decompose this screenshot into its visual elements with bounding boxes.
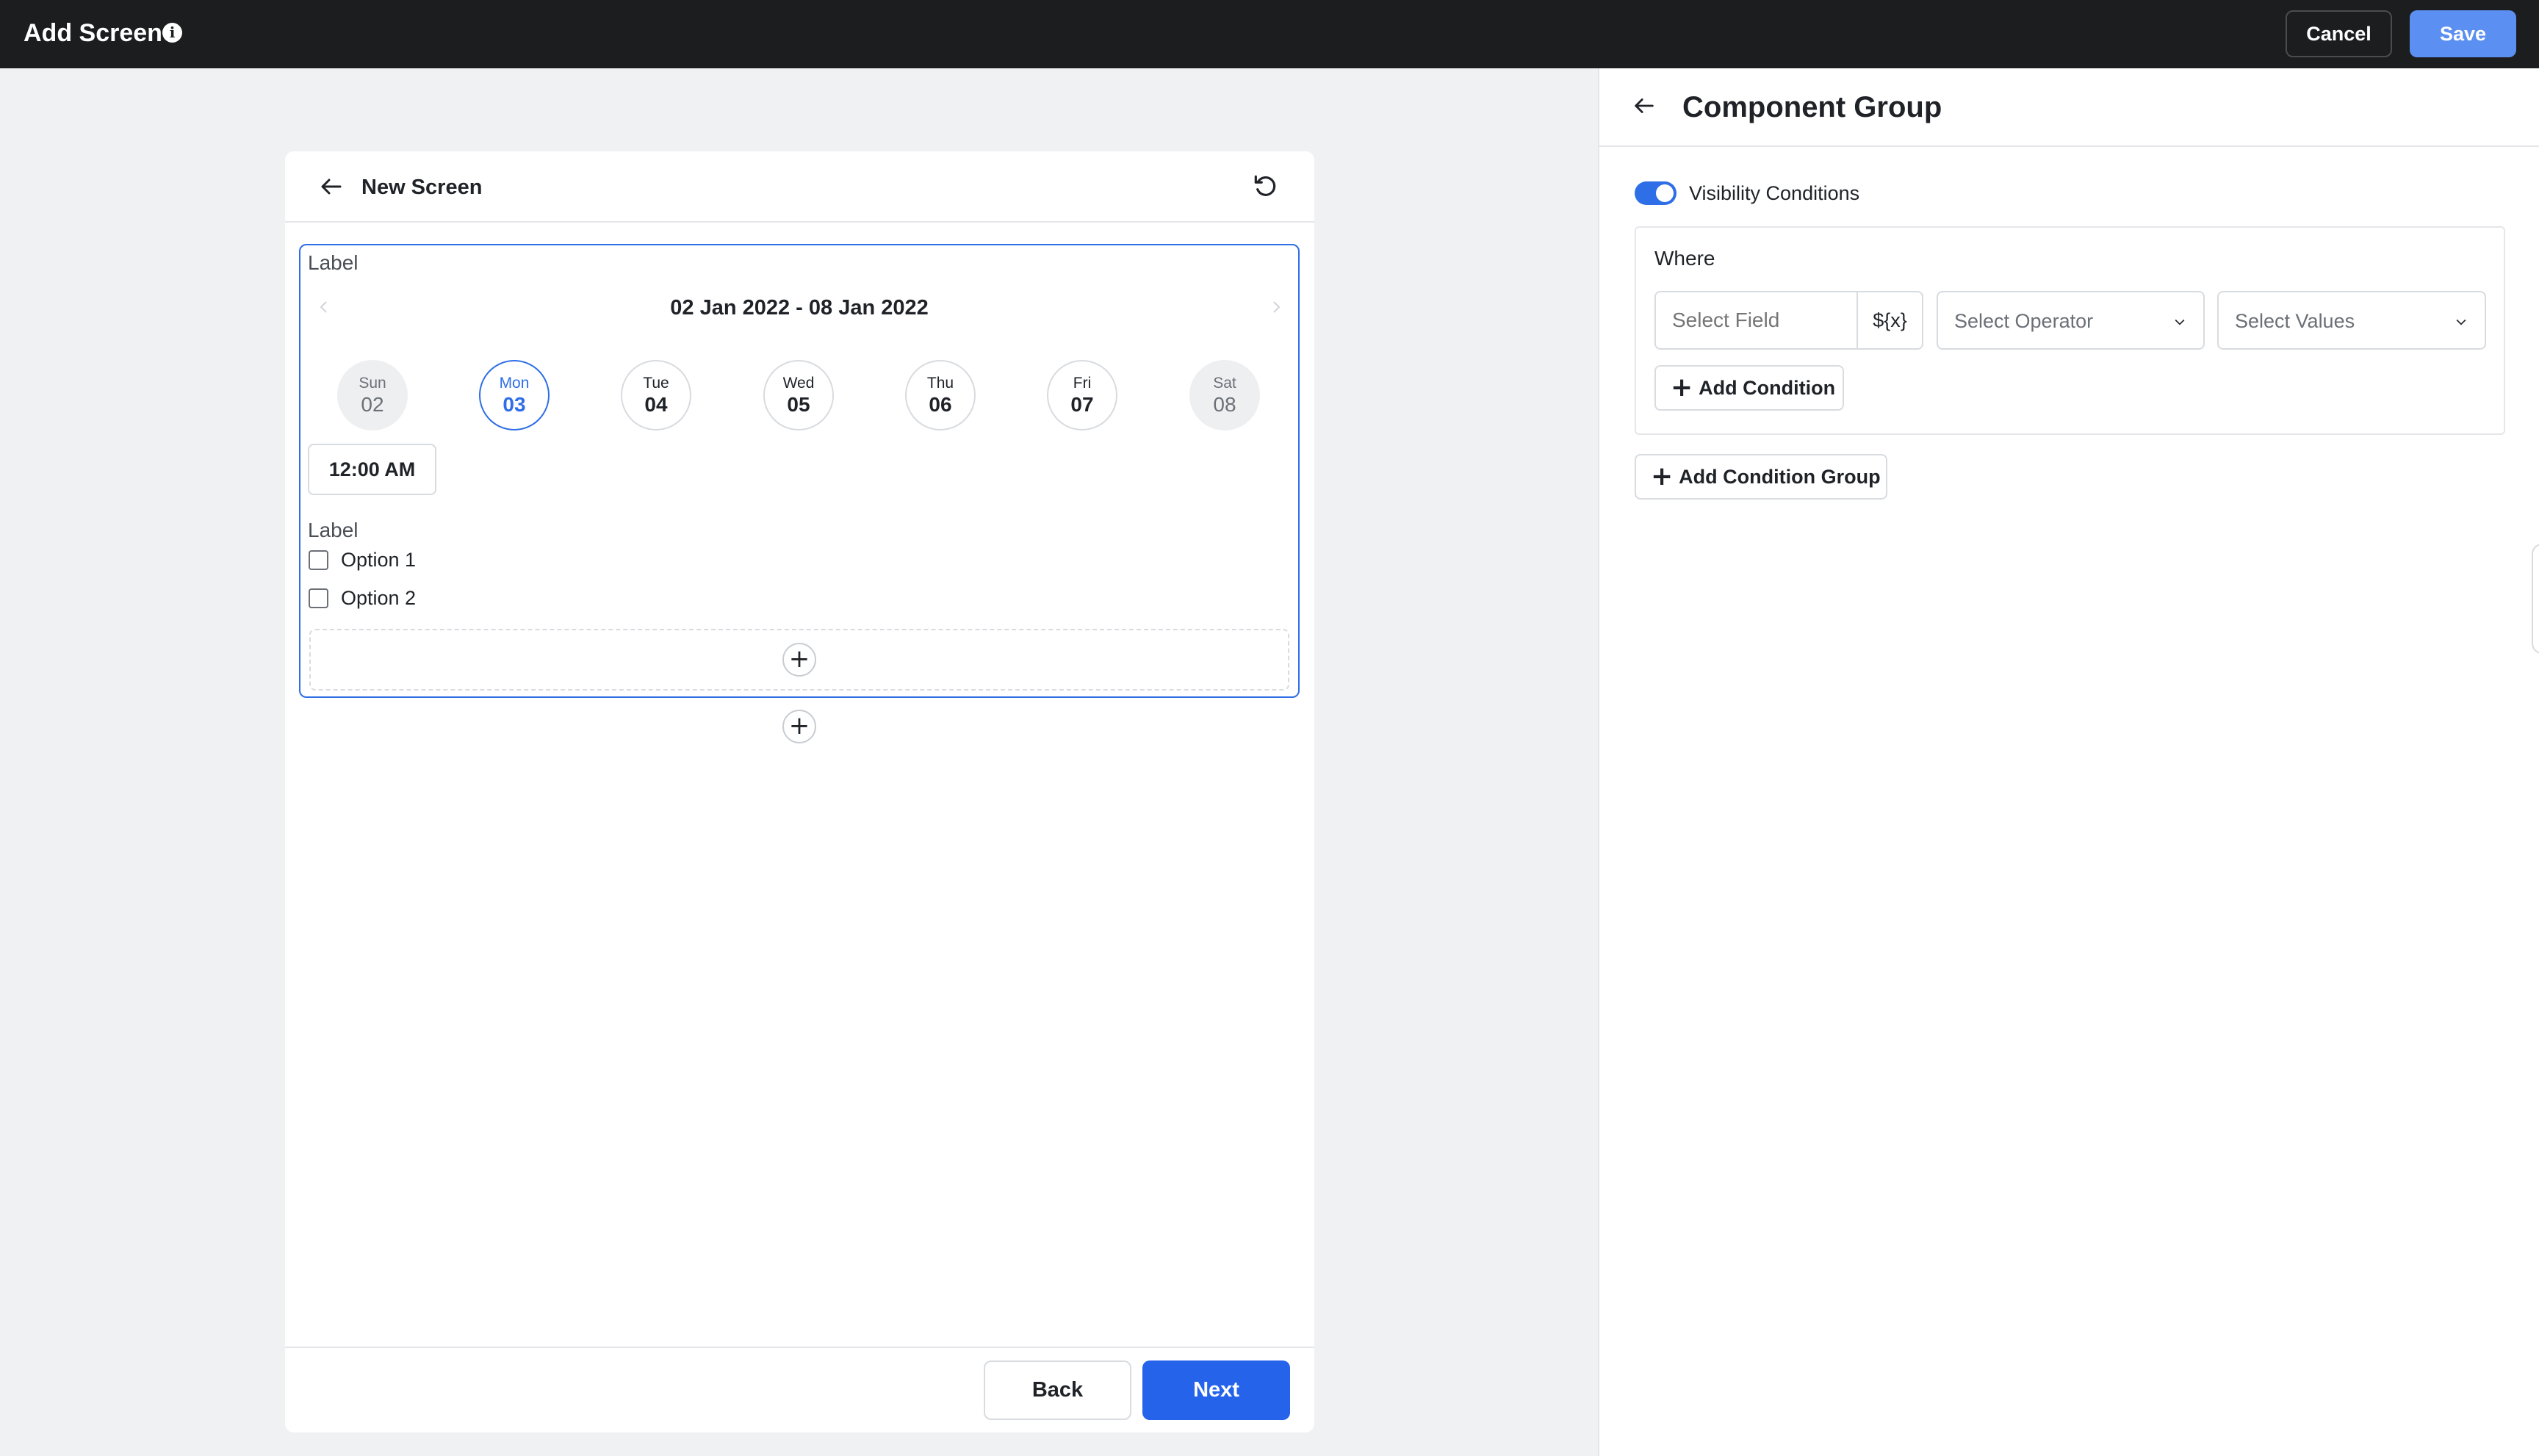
cancel-button[interactable]: Cancel (2286, 10, 2392, 57)
day-name: Mon (499, 375, 530, 392)
visibility-label: Visibility Conditions (1689, 182, 1860, 204)
day-number: 05 (787, 393, 810, 416)
day-name: Tue (643, 375, 669, 392)
add-component-below-icon[interactable]: + (782, 710, 816, 743)
side-panel-handle[interactable] (2532, 544, 2539, 654)
checkbox-group-label: Label (308, 519, 359, 541)
add-condition-group-button[interactable]: + Add Condition Group (1635, 454, 1887, 500)
values-placeholder: Select Values (2235, 310, 2355, 332)
day-number: 06 (929, 393, 952, 416)
toggle-knob (1656, 184, 1674, 202)
chevron-down-icon (2456, 319, 2466, 325)
week-range: 02 Jan 2022 - 08 Jan 2022 (670, 296, 929, 320)
chevron-down-icon (2175, 319, 2185, 325)
save-button[interactable]: Save (2410, 10, 2516, 57)
day-wed[interactable]: Wed 05 (763, 360, 834, 430)
arrow-left-icon[interactable] (318, 173, 345, 200)
screen-preview-card: New Screen Label 02 Jan 2022 - 08 Jan 20… (285, 151, 1314, 1432)
back-button[interactable]: Back (984, 1361, 1131, 1420)
screen-header: New Screen (285, 151, 1314, 223)
day-tue[interactable]: Tue 04 (621, 360, 691, 430)
day-name: Sat (1213, 375, 1236, 392)
refresh-icon[interactable] (1251, 172, 1279, 200)
day-name: Sun (359, 375, 386, 392)
arrow-left-icon[interactable] (1632, 93, 1657, 118)
select-field-input[interactable] (1654, 291, 1858, 350)
component-drop-zone[interactable]: + (309, 629, 1289, 691)
panel-header: Component Group (1599, 68, 2539, 147)
day-number: 07 (1070, 393, 1094, 416)
day-thu[interactable]: Thu 06 (905, 360, 976, 430)
add-condition-group-label: Add Condition Group (1679, 465, 1881, 488)
option-1-checkbox[interactable] (309, 550, 328, 570)
properties-panel: Component Group Visibility Conditions Wh… (1598, 68, 2539, 1456)
plus-icon: + (1651, 461, 1674, 491)
add-condition-label: Add Condition (1699, 376, 1836, 399)
screen-footer: Back Next (285, 1347, 1314, 1432)
day-name: Wed (782, 375, 815, 392)
day-name: Fri (1073, 375, 1092, 392)
panel-title: Component Group (1682, 91, 1942, 123)
next-button[interactable]: Next (1142, 1361, 1290, 1420)
operator-placeholder: Select Operator (1954, 310, 2094, 332)
day-number: 04 (644, 393, 668, 416)
option-1-label: Option 1 (341, 549, 417, 571)
values-select[interactable]: Select Values (2217, 291, 2486, 350)
add-component-icon[interactable]: + (782, 643, 816, 677)
day-mon[interactable]: Mon 03 (479, 360, 550, 430)
day-sun[interactable]: Sun 02 (337, 360, 408, 430)
plus-icon: + (1671, 372, 1693, 403)
where-label: Where (1654, 247, 1715, 270)
option-2-label: Option 2 (341, 587, 417, 609)
day-name: Thu (926, 375, 954, 392)
day-fri[interactable]: Fri 07 (1047, 360, 1117, 430)
day-sat[interactable]: Sat 08 (1189, 360, 1260, 430)
variable-button[interactable]: ${x} (1856, 291, 1923, 350)
day-number: 03 (503, 393, 526, 416)
screen-title: New Screen (361, 176, 483, 199)
add-condition-button[interactable]: + Add Condition (1654, 365, 1844, 411)
time-picker[interactable]: 12:00 AM (308, 444, 436, 495)
operator-select[interactable]: Select Operator (1937, 291, 2205, 350)
info-icon[interactable]: i (162, 23, 182, 43)
top-bar: Add Screen i Cancel Save (0, 0, 2539, 68)
day-number: 08 (1213, 393, 1236, 416)
day-number: 02 (361, 393, 384, 416)
date-field-label: Label (308, 251, 359, 274)
component-group[interactable]: Label 02 Jan 2022 - 08 Jan 2022 Sun 02 M… (299, 244, 1300, 698)
option-2-checkbox[interactable] (309, 588, 328, 608)
condition-group: Where ${x} Select Operator Select Values… (1635, 226, 2505, 435)
visibility-toggle[interactable] (1635, 181, 1677, 205)
chevron-right-icon[interactable] (1267, 298, 1285, 316)
page-title: Add Screen (24, 19, 162, 47)
